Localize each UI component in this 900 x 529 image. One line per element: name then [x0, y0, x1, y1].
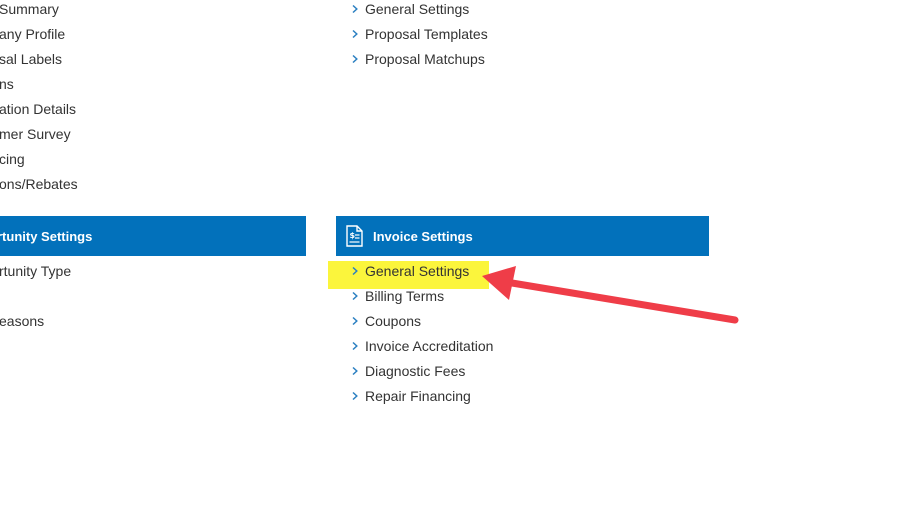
invoice-settings-title: Invoice Settings: [373, 228, 473, 244]
proposal-general-settings-link[interactable]: General Settings: [336, 0, 488, 25]
left-link-company-profile[interactable]: any Profile: [0, 25, 79, 50]
opportunity-settings-header: rtunity Settings: [0, 216, 306, 256]
diagnostic-fees-link[interactable]: Diagnostic Fees: [336, 362, 493, 387]
chevron-right-icon: [350, 341, 360, 351]
left-link-opportunity-type[interactable]: rtunity Type: [0, 262, 72, 287]
left-link-blank[interactable]: [0, 287, 72, 312]
opportunity-settings-title: rtunity Settings: [0, 228, 93, 244]
invoice-accreditation-link[interactable]: Invoice Accreditation: [336, 337, 493, 362]
billing-terms-link[interactable]: Billing Terms: [336, 287, 493, 312]
left-link-options[interactable]: ns: [0, 75, 79, 100]
chevron-right-icon: [350, 291, 360, 301]
svg-text:$: $: [350, 231, 356, 240]
chevron-right-icon: [350, 316, 360, 326]
invoice-settings-header: $ Invoice Settings: [336, 216, 709, 256]
right-top-link-list: General Settings Proposal Templates Prop…: [336, 0, 488, 75]
chevron-right-icon: [350, 54, 360, 64]
chevron-right-icon: [350, 4, 360, 14]
left-link-pricing[interactable]: cing: [0, 150, 79, 175]
chevron-right-icon: [350, 29, 360, 39]
left-link-customer-survey[interactable]: mer Survey: [0, 125, 79, 150]
left-link-summary[interactable]: Summary: [0, 0, 79, 25]
invoice-dollar-icon: $: [346, 225, 363, 247]
right-bottom-link-list: General Settings Billing Terms Coupons I…: [336, 262, 493, 412]
coupons-link[interactable]: Coupons: [336, 312, 493, 337]
chevron-right-icon: [350, 391, 360, 401]
left-link-promotions-rebates[interactable]: ons/Rebates: [0, 175, 79, 200]
left-link-installation-details[interactable]: ation Details: [0, 100, 79, 125]
left-top-link-list: Summary any Profile sal Labels ns ation …: [0, 0, 79, 200]
left-bottom-link-list: rtunity Type easons: [0, 262, 72, 337]
proposal-templates-link[interactable]: Proposal Templates: [336, 25, 488, 50]
left-link-reasons[interactable]: easons: [0, 312, 72, 337]
left-link-proposal-labels[interactable]: sal Labels: [0, 50, 79, 75]
chevron-right-icon: [350, 266, 360, 276]
chevron-right-icon: [350, 366, 360, 376]
invoice-general-settings-link[interactable]: General Settings: [336, 262, 493, 287]
proposal-matchups-link[interactable]: Proposal Matchups: [336, 50, 488, 75]
repair-financing-link[interactable]: Repair Financing: [336, 387, 493, 412]
